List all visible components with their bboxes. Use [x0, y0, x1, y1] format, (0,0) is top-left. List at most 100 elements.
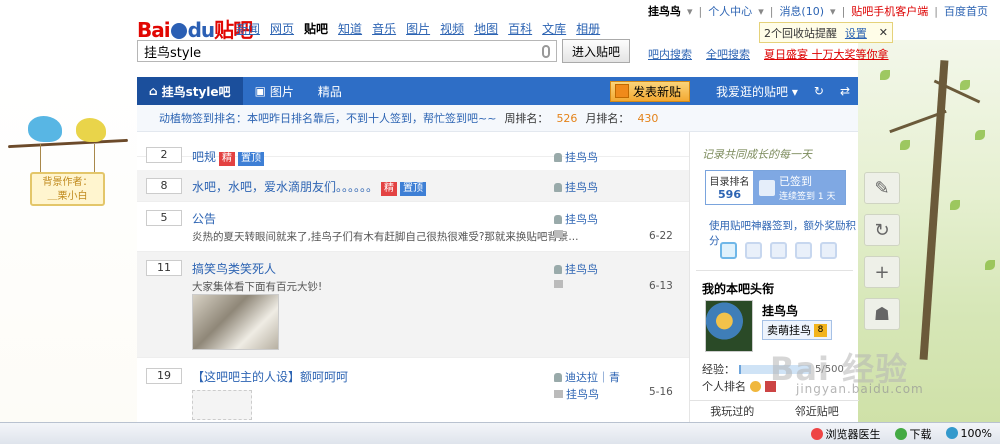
thread-title-text[interactable]: 公告 — [192, 212, 216, 226]
thread-author[interactable]: 迪达拉｜青 — [554, 369, 620, 385]
nav-baike[interactable]: 百科 — [508, 20, 532, 37]
new-post-button[interactable]: 发表新贴 — [609, 80, 690, 102]
tab-featured[interactable]: 精品 — [306, 77, 354, 105]
thread-thumbnail[interactable] — [192, 390, 252, 420]
thread-thumbnail[interactable] — [192, 294, 279, 350]
bonus-icon[interactable] — [745, 242, 762, 259]
last-reply-author[interactable]: 挂鸟鸟 — [554, 386, 599, 402]
all-forum-search-link[interactable]: 全吧搜索 — [706, 46, 750, 62]
medal-icon[interactable] — [750, 380, 761, 392]
zoom-level[interactable]: 100% — [945, 427, 992, 440]
thread-title-text[interactable]: 搞笑鸟类笑死人 — [192, 262, 276, 276]
reply-icon — [554, 230, 563, 238]
microphone-icon[interactable] — [542, 44, 550, 58]
user-icon[interactable]: ☗ — [864, 298, 900, 330]
bonus-icon[interactable] — [795, 242, 812, 259]
enter-tieba-button[interactable]: 进入贴吧 — [562, 39, 630, 63]
level-badge: 8 — [814, 323, 827, 337]
user-icon — [554, 372, 562, 382]
plus-icon[interactable]: + — [864, 256, 900, 288]
promo-link[interactable]: 夏日盛宴 十万大奖等你拿 — [764, 46, 889, 62]
refresh-icon[interactable]: ↻ — [864, 214, 900, 246]
search-value[interactable]: 挂鸟style — [144, 42, 542, 61]
notice-settings-link[interactable]: 设置 — [845, 25, 867, 41]
author-name[interactable]: 挂鸟鸟 — [565, 261, 598, 277]
author-name[interactable]: 挂鸟鸟 — [565, 211, 598, 227]
bonus-icon[interactable] — [720, 242, 737, 259]
bonus-icon[interactable] — [770, 242, 787, 259]
bonus-icon[interactable] — [820, 242, 837, 259]
thread-title[interactable]: 搞笑鸟类笑死人 — [192, 260, 276, 277]
table-row[interactable]: 8 水吧，水吧，爱水滴朋友们。。。。。。精置顶 挂鸟鸟 — [137, 170, 689, 202]
nav-album[interactable]: 相册 — [576, 20, 600, 37]
thread-author[interactable]: 挂鸟鸟 — [554, 179, 598, 195]
chevron-down-icon[interactable]: ▾ — [687, 5, 693, 18]
avatar[interactable] — [705, 300, 753, 352]
thread-title[interactable]: 水吧，水吧，爱水滴朋友们。。。。。。精置顶 — [192, 178, 427, 196]
in-forum-search-link[interactable]: 吧内搜索 — [648, 46, 692, 62]
table-row[interactable]: 2 吧规精置顶 挂鸟鸟 — [137, 132, 689, 166]
thread-title[interactable]: 吧规精置顶 — [192, 148, 265, 166]
sidebar-tabs: 我玩过的 邻近贴吧 — [690, 400, 859, 422]
thread-author[interactable]: 挂鸟鸟 — [554, 149, 598, 165]
liked-forums-dropdown[interactable]: 我爱逛的贴吧 ▾ — [708, 83, 806, 100]
thread-title-text[interactable]: 吧规 — [192, 150, 216, 164]
image-icon: ▣ — [254, 84, 266, 98]
doctor-icon — [810, 427, 823, 440]
baidu-tieba-logo[interactable]: Bai du贴吧 — [137, 14, 253, 43]
reply-count: 2 — [146, 147, 182, 163]
nav-wenku[interactable]: 文库 — [542, 20, 566, 37]
table-row[interactable]: 5 公告 挂鸟鸟 炎热的夏天转眼间就来了,挂鸟子们有木有赶脚自己很热很难受?那就… — [137, 202, 689, 252]
nav-images[interactable]: 图片 — [406, 20, 430, 37]
sign-in-box[interactable]: 目录排名 596 已签到 连续签到 1 天 — [705, 170, 846, 205]
browser-doctor[interactable]: 浏览器医生 — [810, 426, 881, 442]
author-name[interactable]: 挂鸟鸟 — [565, 179, 598, 195]
nav-video[interactable]: 视频 — [440, 20, 464, 37]
baidu-home-link[interactable]: 百度首页 — [944, 3, 988, 19]
personal-rank-row: 个人排名 — [702, 378, 776, 394]
pencil-icon — [614, 84, 629, 98]
essence-badge: 精 — [219, 152, 236, 166]
nav-music[interactable]: 音乐 — [372, 20, 396, 37]
nav-web[interactable]: 网页 — [270, 20, 294, 37]
signed-in-status[interactable]: 已签到 连续签到 1 天 — [753, 171, 845, 204]
tab-images[interactable]: ▣ 图片 — [243, 77, 306, 105]
thread-author[interactable]: 挂鸟鸟 — [554, 261, 598, 277]
thread-author[interactable]: 挂鸟鸟 — [554, 211, 598, 227]
last-reply-name[interactable]: 挂鸟鸟 — [566, 386, 599, 402]
last-reply — [554, 280, 563, 288]
thread-title[interactable]: 公告 — [192, 210, 216, 227]
download[interactable]: 下载 — [894, 426, 932, 442]
username-link[interactable]: 挂鸟鸟 — [648, 3, 681, 19]
messages-link[interactable]: 消息(10) — [779, 3, 824, 19]
table-row[interactable]: 11 搞笑鸟类笑死人 挂鸟鸟 大家集体看下面有百元大钞! 6-13 — [137, 252, 689, 358]
thread-title[interactable]: 【这吧吧主的人设】额呵呵呵 — [192, 368, 348, 385]
nav-map[interactable]: 地图 — [474, 20, 498, 37]
personal-center-link[interactable]: 个人中心 — [708, 3, 752, 19]
exp-label: 经验： — [702, 363, 735, 376]
tab-forum-home[interactable]: ⌂ 挂鸟style吧 — [137, 77, 243, 105]
refresh-icon[interactable]: ↻ — [806, 84, 832, 98]
catalog-rank: 目录排名 596 — [706, 171, 753, 204]
thread-title-text[interactable]: 水吧，水吧，爱水滴朋友们。。。。。。 — [192, 180, 378, 194]
notice-text[interactable]: 2个回收站提醒 — [764, 25, 837, 41]
mobile-client-link[interactable]: 贴吧手机客户端 — [851, 3, 928, 19]
tab-played[interactable]: 我玩过的 — [690, 401, 775, 422]
nav-zhidao[interactable]: 知道 — [338, 20, 362, 37]
my-username[interactable]: 挂鸟鸟 — [762, 302, 798, 319]
nav-tieba[interactable]: 贴吧 — [304, 20, 328, 37]
chevron-down-icon[interactable]: ▾ — [758, 5, 764, 18]
search-input[interactable]: 挂鸟style — [137, 40, 557, 62]
table-row[interactable]: 19 【这吧吧主的人设】额呵呵呵 迪达拉｜青 挂鸟鸟 5-16 — [137, 358, 689, 422]
nav-news[interactable]: 新闻 — [236, 20, 260, 37]
thread-list: 2 吧规精置顶 挂鸟鸟 8 水吧，水吧，爱水滴朋友们。。。。。。精置顶 挂鸟鸟 … — [137, 132, 689, 422]
close-icon[interactable]: ✕ — [879, 26, 888, 39]
divider — [696, 270, 853, 271]
chevron-down-icon[interactable]: ▾ — [830, 5, 836, 18]
author-name[interactable]: 迪达拉｜青 — [565, 369, 620, 385]
switch-icon[interactable]: ⇄ — [832, 84, 858, 98]
tab-nearby[interactable]: 邻近贴吧 — [775, 401, 860, 422]
author-name[interactable]: 挂鸟鸟 — [565, 149, 598, 165]
edit-icon[interactable]: ✎ — [864, 172, 900, 204]
thread-title-text[interactable]: 【这吧吧主的人设】额呵呵呵 — [192, 370, 348, 384]
